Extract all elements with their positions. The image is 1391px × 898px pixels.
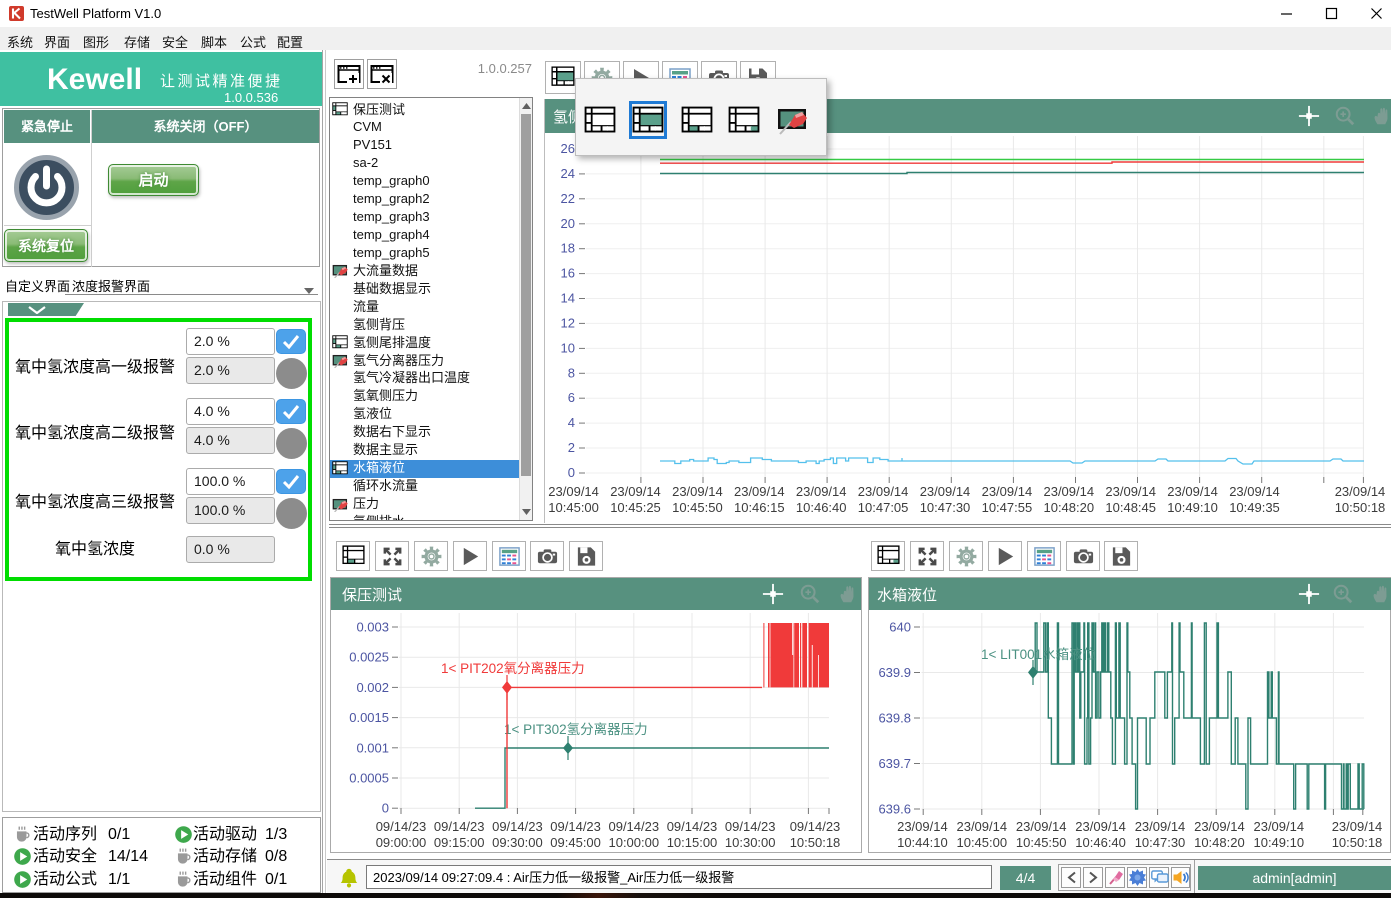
svg-text:10:45:50: 10:45:50	[1016, 835, 1067, 850]
svg-text:6: 6	[568, 390, 575, 405]
svg-text:10:49:10: 10:49:10	[1167, 500, 1218, 515]
svg-text:10:45:00: 10:45:00	[548, 500, 599, 515]
svg-text:09/14/23: 09/14/23	[725, 819, 776, 834]
svg-text:10:46:40: 10:46:40	[796, 500, 847, 515]
svg-text:09/14/23: 09/14/23	[492, 819, 543, 834]
svg-text:23/09/14: 23/09/14	[1194, 819, 1245, 834]
svg-text:23/09/14: 23/09/14	[1229, 484, 1280, 499]
svg-text:09/14/23: 09/14/23	[434, 819, 485, 834]
svg-text:10:48:20: 10:48:20	[1194, 835, 1245, 850]
svg-text:23/09/14: 23/09/14	[796, 484, 847, 499]
svg-text:1< LIT001水箱液位: 1< LIT001水箱液位	[981, 647, 1096, 662]
svg-text:09/14/23: 09/14/23	[608, 819, 659, 834]
svg-text:16: 16	[561, 266, 575, 281]
svg-text:10:46:40: 10:46:40	[1075, 835, 1126, 850]
svg-text:1< PIT202氧分离器压力: 1< PIT202氧分离器压力	[441, 660, 585, 676]
svg-text:10:47:05: 10:47:05	[858, 500, 909, 515]
svg-text:22: 22	[561, 191, 575, 206]
svg-text:12: 12	[561, 315, 575, 330]
svg-text:10:49:10: 10:49:10	[1253, 835, 1304, 850]
svg-text:1< PIT302氢分离器压力: 1< PIT302氢分离器压力	[504, 721, 648, 737]
svg-text:18: 18	[561, 241, 575, 256]
svg-text:10:50:18: 10:50:18	[1335, 500, 1386, 515]
svg-text:639.6: 639.6	[878, 802, 911, 817]
svg-text:640: 640	[889, 620, 911, 635]
svg-text:23/09/14: 23/09/14	[1253, 819, 1304, 834]
svg-text:10:50:18: 10:50:18	[790, 835, 841, 850]
svg-text:10:46:15: 10:46:15	[734, 500, 785, 515]
svg-text:09:45:00: 09:45:00	[550, 835, 601, 850]
svg-text:10:47:55: 10:47:55	[982, 500, 1033, 515]
svg-text:0.0005: 0.0005	[349, 771, 389, 786]
svg-text:23/09/14: 23/09/14	[897, 819, 948, 834]
svg-text:26: 26	[561, 141, 575, 156]
svg-text:10:50:18: 10:50:18	[1332, 835, 1383, 850]
svg-text:09:00:00: 09:00:00	[376, 835, 427, 850]
svg-text:14: 14	[561, 291, 575, 306]
svg-text:23/09/14: 23/09/14	[956, 819, 1007, 834]
svg-text:2: 2	[568, 440, 575, 455]
svg-text:09:15:00: 09:15:00	[434, 835, 485, 850]
svg-text:0.002: 0.002	[356, 680, 389, 695]
svg-text:0.001: 0.001	[356, 740, 389, 755]
svg-text:639.9: 639.9	[878, 665, 911, 680]
svg-text:10:48:45: 10:48:45	[1105, 500, 1156, 515]
svg-text:09/14/23: 09/14/23	[376, 819, 427, 834]
svg-text:23/09/14: 23/09/14	[982, 484, 1033, 499]
svg-text:10:00:00: 10:00:00	[608, 835, 659, 850]
svg-text:09/14/23: 09/14/23	[790, 819, 841, 834]
svg-text:09/14/23: 09/14/23	[667, 819, 718, 834]
svg-text:23/09/14: 23/09/14	[1075, 819, 1126, 834]
svg-text:23/09/14: 23/09/14	[734, 484, 785, 499]
svg-text:23/09/14: 23/09/14	[1105, 484, 1156, 499]
svg-text:0: 0	[382, 801, 389, 816]
svg-text:23/09/14: 23/09/14	[548, 484, 599, 499]
svg-text:10:44:10: 10:44:10	[897, 835, 948, 850]
svg-text:4: 4	[568, 415, 575, 430]
svg-text:23/09/14: 23/09/14	[1335, 484, 1386, 499]
svg-text:23/09/14: 23/09/14	[1135, 819, 1186, 834]
svg-text:0.0025: 0.0025	[349, 650, 389, 665]
svg-text:10:45:00: 10:45:00	[956, 835, 1007, 850]
svg-text:8: 8	[568, 365, 575, 380]
svg-text:20: 20	[561, 216, 575, 231]
svg-text:0.0015: 0.0015	[349, 710, 389, 725]
svg-text:09/14/23: 09/14/23	[550, 819, 601, 834]
svg-text:639.8: 639.8	[878, 711, 911, 726]
svg-text:0.003: 0.003	[356, 620, 389, 635]
svg-text:0: 0	[568, 465, 575, 480]
svg-text:23/09/14: 23/09/14	[610, 484, 661, 499]
svg-text:10:45:50: 10:45:50	[672, 500, 723, 515]
svg-text:10:48:20: 10:48:20	[1043, 500, 1094, 515]
svg-text:23/09/14: 23/09/14	[858, 484, 909, 499]
svg-text:10:49:35: 10:49:35	[1229, 500, 1280, 515]
svg-text:639.7: 639.7	[878, 756, 911, 771]
svg-text:23/09/14: 23/09/14	[672, 484, 723, 499]
svg-text:23/09/14: 23/09/14	[1043, 484, 1094, 499]
svg-text:23/09/14: 23/09/14	[1016, 819, 1067, 834]
svg-text:24: 24	[561, 166, 575, 181]
svg-text:10:30:00: 10:30:00	[725, 835, 776, 850]
svg-text:10:47:30: 10:47:30	[1135, 835, 1186, 850]
svg-text:10:15:00: 10:15:00	[667, 835, 718, 850]
svg-text:23/09/14: 23/09/14	[1332, 819, 1383, 834]
svg-text:10:45:25: 10:45:25	[610, 500, 661, 515]
svg-text:10:47:30: 10:47:30	[920, 500, 971, 515]
svg-text:09:30:00: 09:30:00	[492, 835, 543, 850]
svg-text:10: 10	[561, 340, 575, 355]
svg-text:23/09/14: 23/09/14	[1167, 484, 1218, 499]
svg-text:23/09/14: 23/09/14	[920, 484, 971, 499]
